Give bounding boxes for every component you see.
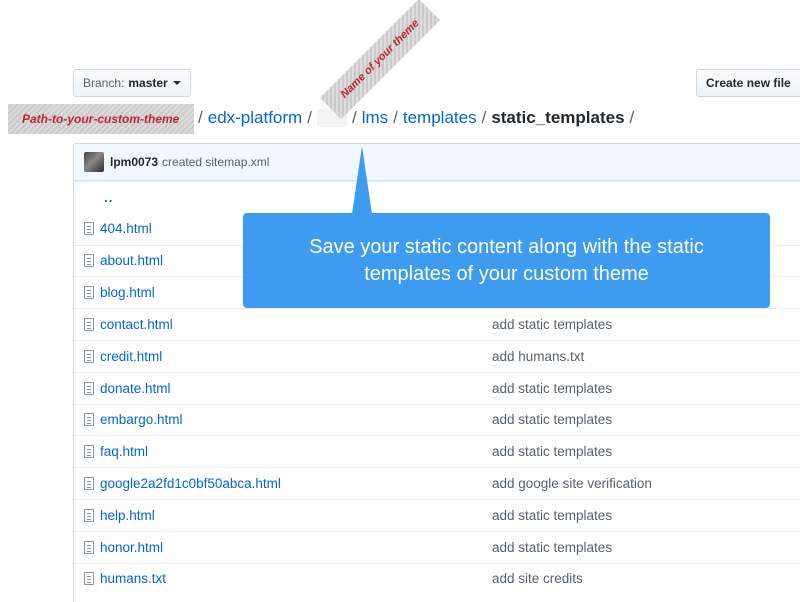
file-row: contact.html add static templates xyxy=(74,308,800,340)
latest-commit-bar: lpm0073 created sitemap.xml xyxy=(74,144,800,181)
breadcrumb-separator: / xyxy=(629,108,635,127)
branch-prefix-label: Branch: xyxy=(83,76,125,90)
file-icon xyxy=(84,286,94,300)
commit-message-link[interactable]: add static templates xyxy=(492,540,612,555)
file-icon xyxy=(84,477,94,491)
commit-message-link[interactable]: add site credits xyxy=(492,571,583,586)
commit-message-link[interactable]: add static templates xyxy=(492,444,612,459)
file-name-link[interactable]: honor.html xyxy=(100,540,492,555)
file-icon xyxy=(84,445,94,459)
file-icon xyxy=(84,318,94,332)
chevron-down-icon xyxy=(172,81,181,85)
file-icon xyxy=(84,413,94,427)
file-row: humans.txt add site credits xyxy=(74,562,800,595)
file-icon xyxy=(84,222,94,236)
commit-message-link[interactable]: add static templates xyxy=(492,412,612,427)
file-row: credit.html add humans.txt xyxy=(74,339,800,372)
file-name-link[interactable]: humans.txt xyxy=(100,571,492,586)
theme-name-annotation-label: Name of your theme xyxy=(319,0,441,120)
parent-directory-link[interactable]: .. xyxy=(74,181,800,213)
create-new-file-button[interactable]: Create new file xyxy=(696,69,800,97)
file-row: help.html add static templates xyxy=(74,498,800,531)
file-name-link[interactable]: embargo.html xyxy=(100,412,492,427)
breadcrumb-separator: / xyxy=(481,108,487,127)
breadcrumb-current: static_templates xyxy=(491,108,625,127)
breadcrumb-separator: / xyxy=(198,108,203,127)
breadcrumb-separator: / xyxy=(351,108,357,127)
file-name-link[interactable]: help.html xyxy=(100,508,492,523)
callout-box: Save your static content along with the … xyxy=(243,213,770,308)
file-icon xyxy=(84,254,94,268)
file-icon xyxy=(84,349,94,363)
commit-message-link[interactable]: add static templates xyxy=(492,381,612,396)
breadcrumb-separator: / xyxy=(307,108,312,127)
avatar[interactable] xyxy=(84,152,104,172)
file-icon xyxy=(84,508,94,522)
commit-message-link[interactable]: add google site verification xyxy=(492,476,652,491)
breadcrumb: / edx-platform / / lms / templates / sta… xyxy=(193,106,639,130)
commit-message[interactable]: created sitemap.xml xyxy=(162,155,269,169)
breadcrumb-separator: / xyxy=(393,108,398,127)
file-row: donate.html add static templates xyxy=(74,371,800,404)
breadcrumb-repo-link[interactable]: edx-platform xyxy=(208,106,302,130)
file-icon xyxy=(84,540,94,554)
commit-message-link[interactable]: add static templates xyxy=(492,317,612,332)
callout-pointer xyxy=(352,146,372,214)
file-row: honor.html add static templates xyxy=(74,530,800,563)
file-row: faq.html add static templates xyxy=(74,435,800,467)
file-list: lpm0073 created sitemap.xml .. 404.html a… xyxy=(73,143,800,602)
file-row: google2a2fd1c0bf50abca.html add google si… xyxy=(74,467,800,499)
path-annotation-label: Path-to-your-custom-theme xyxy=(8,104,194,134)
file-name-link[interactable]: credit.html xyxy=(100,349,492,364)
commit-message-link[interactable]: add static templates xyxy=(492,508,612,523)
file-name-link[interactable]: contact.html xyxy=(100,317,492,332)
breadcrumb-templates-link[interactable]: templates xyxy=(403,106,477,130)
branch-name: master xyxy=(128,76,168,90)
commit-message-link[interactable]: add humans.txt xyxy=(492,349,584,364)
file-name-link[interactable]: faq.html xyxy=(100,444,492,459)
commit-author[interactable]: lpm0073 xyxy=(110,155,158,169)
file-name-link[interactable]: google2a2fd1c0bf50abca.html xyxy=(100,476,492,491)
file-name-link[interactable]: donate.html xyxy=(100,381,492,396)
branch-select-button[interactable]: Branch: master xyxy=(73,69,191,97)
file-row: embargo.html add static templates xyxy=(74,403,800,436)
file-icon xyxy=(84,572,94,586)
file-icon xyxy=(84,381,94,395)
breadcrumb-lms-link[interactable]: lms xyxy=(362,106,388,130)
